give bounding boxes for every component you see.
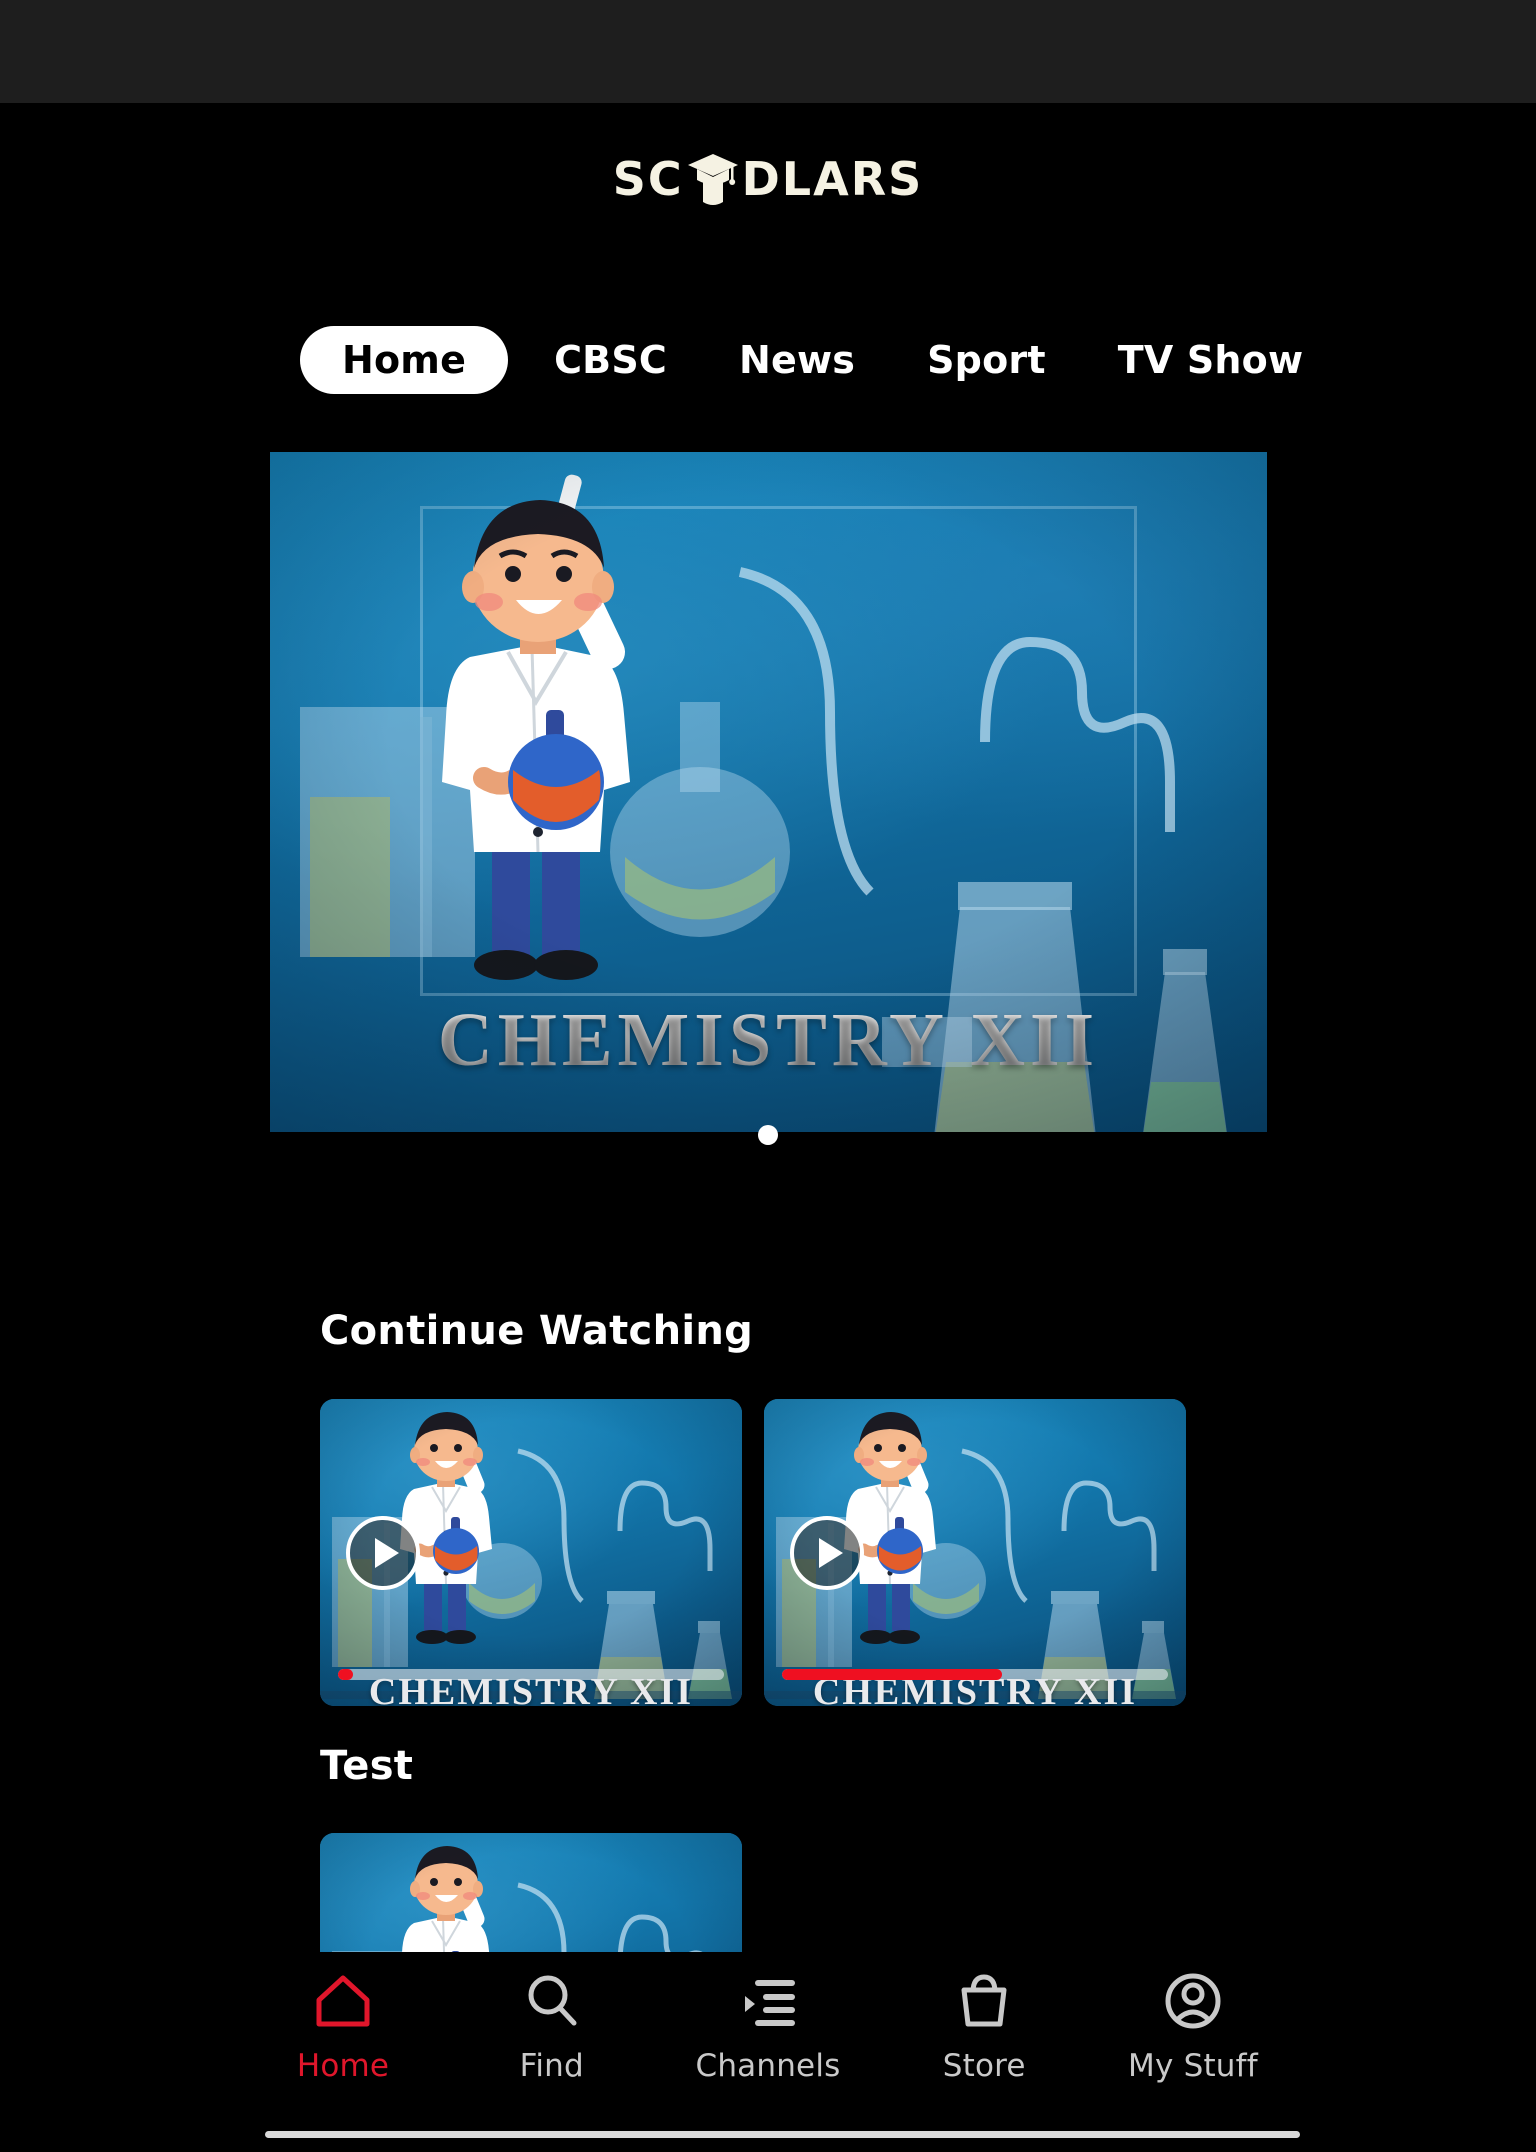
video-card[interactable]: CHEMISTRY XII xyxy=(320,1399,742,1706)
nav-label: Channels xyxy=(695,2048,841,2084)
hero-title: CHEMISTRY XII xyxy=(270,997,1267,1084)
section-title-continue-watching: Continue Watching xyxy=(320,1308,754,1354)
category-tab-bar: Home CBSC News Sport TV Show xyxy=(0,325,1536,395)
nav-label: My Stuff xyxy=(1128,2048,1258,2084)
play-icon[interactable] xyxy=(346,1515,420,1590)
carousel-pagination xyxy=(0,1125,1536,1145)
search-icon xyxy=(519,1968,585,2034)
nav-item-store[interactable]: Store xyxy=(919,1968,1049,2084)
hero-carousel-slide[interactable]: CHEMISTRY XII xyxy=(270,452,1267,1132)
hero-image: CHEMISTRY XII xyxy=(270,452,1267,1132)
category-tab-news[interactable]: News xyxy=(713,326,881,394)
graduation-cap-icon xyxy=(686,150,740,208)
account-circle-icon xyxy=(1160,1968,1226,2034)
home-icon xyxy=(310,1968,376,2034)
tab-spacer xyxy=(1072,360,1092,361)
tab-spacer xyxy=(508,360,528,361)
category-tab-cbsc[interactable]: CBSC xyxy=(528,326,693,394)
nav-label: Find xyxy=(519,2048,584,2084)
app-logo: SC DLARS xyxy=(0,131,1536,226)
home-indicator xyxy=(265,2131,1300,2138)
tab-spacer xyxy=(881,360,901,361)
watch-progress-bar[interactable] xyxy=(782,1669,1168,1680)
continue-watching-row: CHEMISTRY XII CHEMISTRY XII xyxy=(320,1399,1186,1706)
app-root: SC DLARS Home CBSC News Sport TV Show CH… xyxy=(0,103,1536,2152)
category-tab-home[interactable]: Home xyxy=(300,326,509,394)
play-icon[interactable] xyxy=(790,1515,864,1590)
status-bar xyxy=(0,0,1536,103)
category-tab-sport[interactable]: Sport xyxy=(901,326,1072,394)
bottom-navigation-bar: Home Find Channels Store My Stuff xyxy=(0,1952,1536,2152)
nav-item-my-stuff[interactable]: My Stuff xyxy=(1128,1968,1258,2084)
nav-item-home[interactable]: Home xyxy=(278,1968,408,2084)
nav-label: Store xyxy=(942,2048,1026,2084)
shopping-bag-icon xyxy=(951,1968,1017,2034)
watch-progress-fill xyxy=(338,1669,354,1680)
category-tab-tv-show[interactable]: TV Show xyxy=(1092,326,1330,394)
tab-spacer xyxy=(693,360,713,361)
watch-progress-bar[interactable] xyxy=(338,1669,724,1680)
nav-item-find[interactable]: Find xyxy=(487,1968,617,2084)
logo-text-left: SC xyxy=(612,151,684,206)
section-title-test: Test xyxy=(320,1743,414,1789)
logo-text-right: DLARS xyxy=(741,151,924,206)
video-card[interactable]: CHEMISTRY XII xyxy=(764,1399,1186,1706)
playlist-icon xyxy=(735,1968,801,2034)
carousel-dot-0[interactable] xyxy=(758,1125,778,1145)
nav-label: Home xyxy=(296,2048,390,2084)
nav-item-channels[interactable]: Channels xyxy=(695,1968,840,2084)
watch-progress-fill xyxy=(782,1669,1003,1680)
